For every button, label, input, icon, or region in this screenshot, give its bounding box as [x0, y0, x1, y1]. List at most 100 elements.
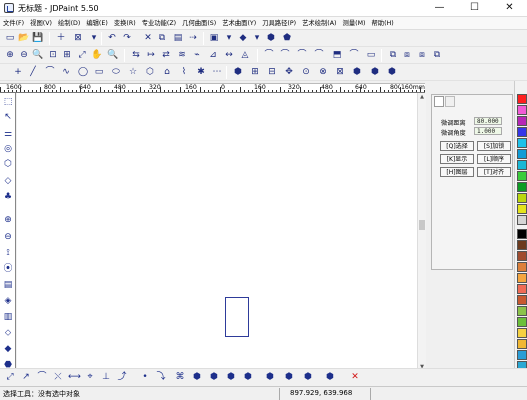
- color-swatch[interactable]: [517, 262, 527, 272]
- curve-edit-icon[interactable]: ⤵: [155, 371, 167, 383]
- mirror-tool-icon[interactable]: ⬢: [264, 371, 276, 383]
- grid-select-icon[interactable]: ⊟: [266, 66, 278, 78]
- machine-icon[interactable]: ⬢: [225, 371, 237, 383]
- menu-edit[interactable]: 编辑(E): [83, 17, 111, 30]
- copy-icon[interactable]: ⧉: [156, 32, 168, 44]
- drawn-rectangle[interactable]: [225, 297, 249, 337]
- paste-icon[interactable]: ▤: [172, 32, 184, 44]
- pattern-2-icon[interactable]: ⬢: [191, 371, 203, 383]
- curve-tool-icon[interactable]: ⌒: [348, 49, 360, 61]
- magnifier-icon[interactable]: 🔍: [107, 49, 119, 61]
- triangle-icon[interactable]: ⊿: [207, 49, 219, 61]
- arc-icon[interactable]: ⌒: [36, 371, 48, 383]
- distance-input[interactable]: 80.000: [474, 117, 502, 125]
- box-select-icon[interactable]: ⊠: [72, 32, 84, 44]
- ungroup-icon[interactable]: ⧈: [401, 49, 413, 61]
- save-icon[interactable]: 💾: [32, 32, 44, 44]
- close-window-button[interactable]: ✕: [492, 0, 527, 16]
- layers-icon[interactable]: ▤: [2, 279, 14, 291]
- distance-icon[interactable]: ↔: [223, 49, 235, 61]
- line-tool-icon[interactable]: ╱: [27, 66, 39, 78]
- color-swatch[interactable]: [517, 328, 527, 338]
- select-tool-icon[interactable]: ⬚: [2, 96, 14, 108]
- layer-button[interactable]: [H]图层: [440, 167, 474, 177]
- color-swatch[interactable]: [517, 284, 527, 294]
- drawing-canvas[interactable]: [17, 93, 417, 371]
- dots-tool-icon[interactable]: ⋯: [211, 66, 223, 78]
- vertical-scroll-thumb[interactable]: [419, 220, 425, 230]
- lock-button[interactable]: [S]加锁: [477, 141, 511, 151]
- dot-icon[interactable]: •: [139, 371, 151, 383]
- cancel-icon[interactable]: ✕: [349, 371, 361, 383]
- cross-icon[interactable]: ⤬: [52, 371, 64, 383]
- polygon-select-icon[interactable]: ⬡: [2, 158, 14, 170]
- pattern-3-icon[interactable]: ⬢: [208, 371, 220, 383]
- ellipse-tool-icon[interactable]: ⬭: [110, 66, 122, 78]
- color-swatch[interactable]: [517, 116, 527, 126]
- sculpt-tool-icon[interactable]: ⟟: [2, 247, 14, 259]
- new-file-icon[interactable]: ▭: [4, 32, 16, 44]
- boolean-icon[interactable]: ⊗: [317, 66, 329, 78]
- delete-icon[interactable]: ✕: [142, 32, 154, 44]
- menu-view[interactable]: 视图(V): [27, 17, 55, 30]
- color-swatch[interactable]: [517, 251, 527, 261]
- scroll-up-icon[interactable]: ▲: [418, 93, 426, 101]
- zoom-out-tool-icon[interactable]: ⊖: [2, 231, 14, 243]
- zoom-in-icon[interactable]: ⊕: [4, 49, 16, 61]
- rectangle-tool-icon[interactable]: ▭: [93, 66, 105, 78]
- select-button[interactable]: [Q]选择: [440, 141, 474, 151]
- color-swatch[interactable]: [517, 240, 527, 250]
- circle-select-icon[interactable]: ◎: [2, 143, 14, 155]
- resize-view-icon[interactable]: ⤢: [76, 49, 88, 61]
- vertical-scrollbar[interactable]: ▲ ▼: [417, 93, 426, 372]
- color-swatch[interactable]: [517, 215, 527, 225]
- menu-professional[interactable]: 专业功能(Z): [139, 17, 179, 30]
- curve-edit-icon[interactable]: ⌁: [191, 49, 203, 61]
- solid-icon[interactable]: ◆: [2, 343, 14, 355]
- arc-tool-4-icon[interactable]: ⌒: [313, 49, 325, 61]
- arrow-icon[interactable]: ↗: [20, 371, 32, 383]
- node-edit-icon[interactable]: ↖: [2, 111, 14, 123]
- move-icon[interactable]: ⇢: [187, 32, 199, 44]
- tree-tool-icon[interactable]: ♣: [2, 191, 14, 203]
- shield-icon[interactable]: ⬢: [265, 32, 277, 44]
- combine-icon[interactable]: ⧈: [416, 49, 428, 61]
- material-dropdown-icon[interactable]: ▾: [251, 32, 263, 44]
- target-icon[interactable]: ⌖: [84, 371, 96, 383]
- color-swatch[interactable]: [517, 94, 527, 104]
- paint-icon[interactable]: ⬢: [324, 371, 336, 383]
- menu-toolpath[interactable]: 刀具路径(P): [259, 17, 299, 30]
- brush-icon[interactable]: ⬢: [302, 371, 314, 383]
- menu-art-surface[interactable]: 艺术曲面(Y): [219, 17, 259, 30]
- angle-input[interactable]: 1.000: [474, 127, 502, 135]
- hex-tool-icon[interactable]: ⬢: [351, 66, 363, 78]
- transform-icon[interactable]: ⇆: [130, 49, 142, 61]
- grid-icon[interactable]: ⊞: [249, 66, 261, 78]
- shape-tool-icon[interactable]: ⬦: [2, 327, 14, 339]
- color-swatch[interactable]: [517, 182, 527, 192]
- color-swatch[interactable]: [517, 105, 527, 115]
- rounded-rect-icon[interactable]: ▭: [365, 49, 377, 61]
- split-line-icon[interactable]: ⟷: [68, 371, 81, 383]
- perpendicular-icon[interactable]: ⊥: [100, 371, 112, 383]
- star-tool-icon[interactable]: ☆: [127, 66, 139, 78]
- point-pick-icon[interactable]: ⦿: [2, 263, 14, 275]
- color-swatch[interactable]: [517, 306, 527, 316]
- arc-tool-3-icon[interactable]: ⌒: [296, 49, 308, 61]
- house-shape-icon[interactable]: ⌂: [161, 66, 173, 78]
- menu-art-draw[interactable]: 艺术绘制(A): [299, 17, 339, 30]
- material-icon[interactable]: ◆: [237, 32, 249, 44]
- hook-icon[interactable]: ⤴: [116, 371, 128, 383]
- color-swatch[interactable]: [517, 138, 527, 148]
- pan-icon[interactable]: ✋: [91, 49, 103, 61]
- polygon-tool-icon[interactable]: ⬡: [144, 66, 156, 78]
- zoom-icon[interactable]: 🔍: [32, 49, 44, 61]
- spline-tool-icon[interactable]: ∿: [60, 66, 72, 78]
- zoom-out-icon[interactable]: ⊖: [18, 49, 30, 61]
- group-icon[interactable]: ⧉: [387, 49, 399, 61]
- menu-geometry-surface[interactable]: 几何曲面(S): [179, 17, 219, 30]
- curve-icon[interactable]: ⤢: [4, 371, 16, 383]
- mirror-icon[interactable]: ↦: [145, 49, 157, 61]
- shape-tool-icon[interactable]: ⬒: [331, 49, 343, 61]
- layer-dropdown-icon[interactable]: ▾: [223, 32, 235, 44]
